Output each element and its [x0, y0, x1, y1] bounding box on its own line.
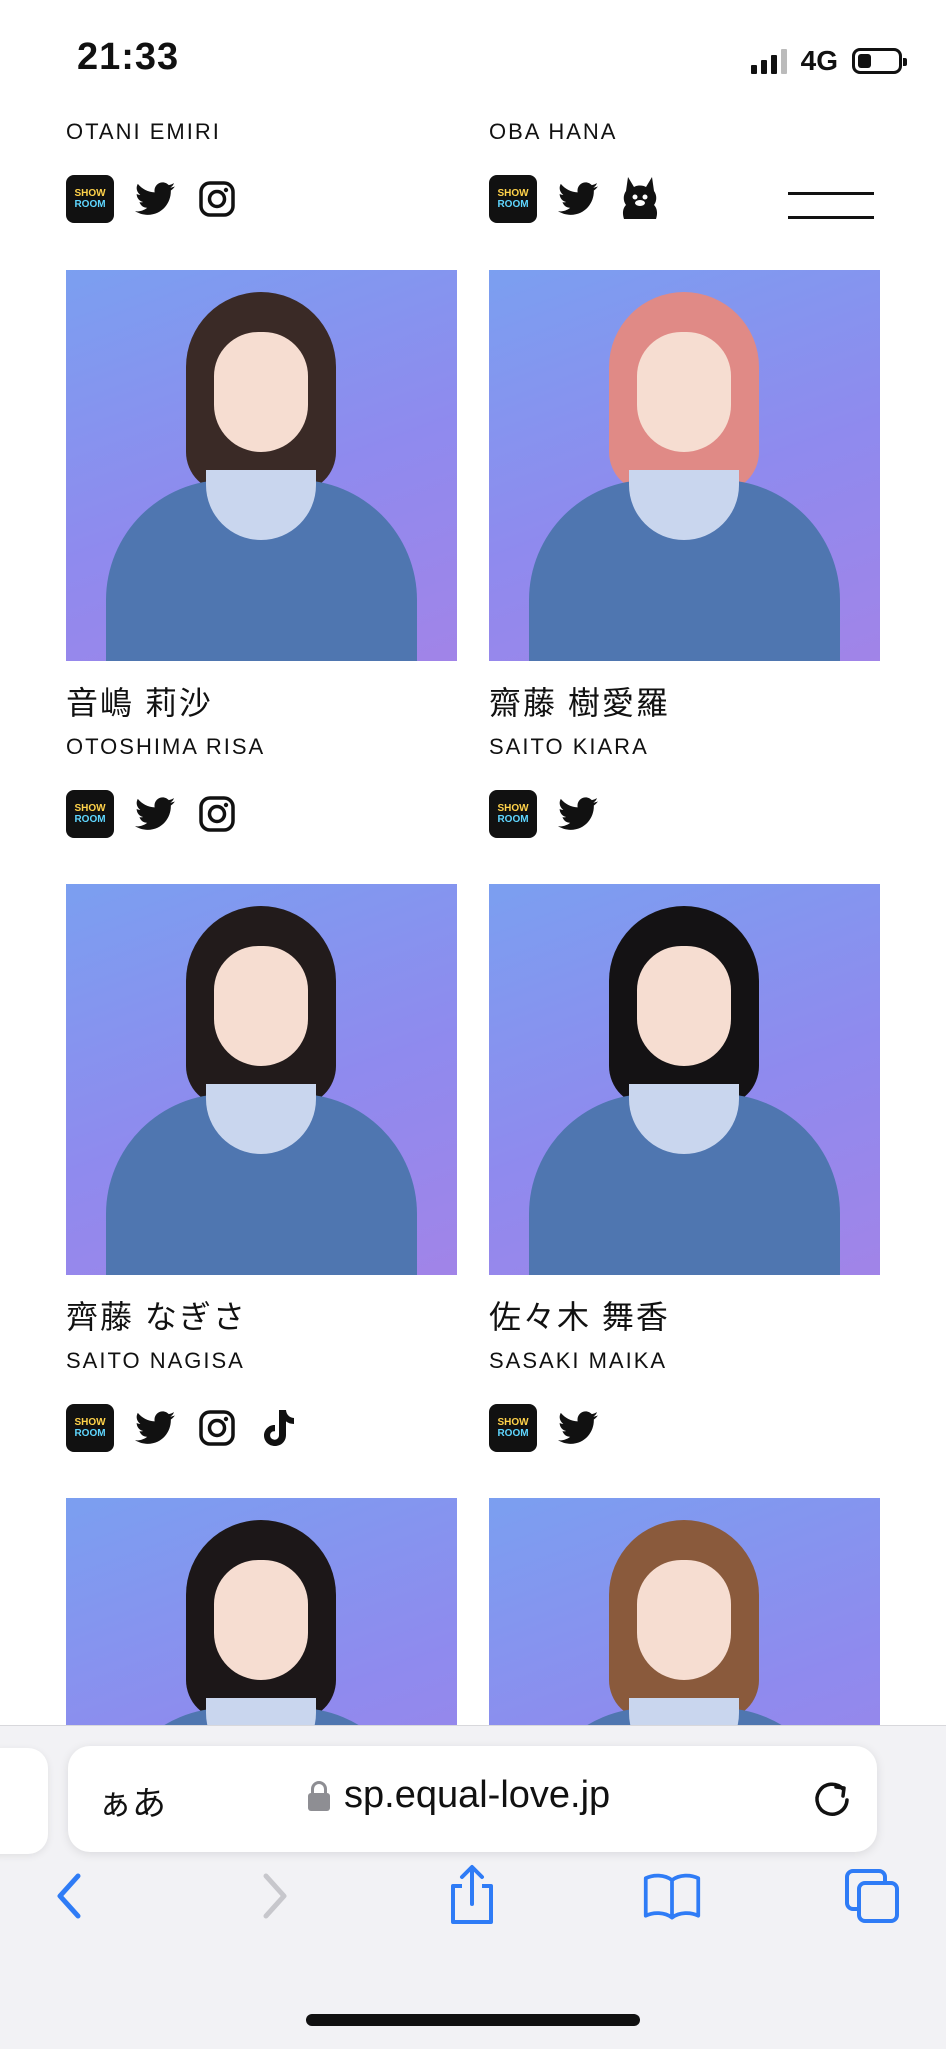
member-card[interactable] — [489, 1498, 880, 1725]
twitter-icon[interactable] — [557, 793, 599, 835]
member-name-en: OTANI EMIRI — [66, 119, 221, 144]
lock-icon — [308, 1780, 330, 1811]
url-text[interactable]: sp.equal-love.jp — [344, 1774, 610, 1817]
social-links: SHOW ROOM — [489, 1403, 880, 1453]
showroom-icon[interactable]: SHOW ROOM — [489, 790, 537, 838]
showroom-icon[interactable]: SHOW ROOM — [489, 1404, 537, 1452]
signal-icon — [750, 48, 787, 74]
member-card-sasaki[interactable]: 佐々木 舞香 SASAKI MAIKA SHOW ROOM — [489, 884, 880, 1453]
forward-icon — [263, 1873, 287, 1919]
social-links: SHOW ROOM — [66, 789, 457, 839]
social-links: SHOW ROOM — [66, 1403, 457, 1453]
member-name-jp[interactable]: 佐々木 舞香 — [489, 1297, 880, 1337]
home-indicator — [306, 2014, 640, 2026]
battery-icon — [852, 48, 907, 74]
showroom-icon[interactable]: SHOW ROOM — [66, 790, 114, 838]
social-links: SHOW ROOM — [489, 789, 880, 839]
showroom-icon[interactable]: SHOW ROOM — [66, 175, 114, 223]
member-photo[interactable] — [489, 270, 880, 661]
share-button[interactable] — [442, 1865, 502, 1926]
url-field[interactable]: sp.equal-love.jp — [308, 1774, 610, 1817]
member-list[interactable]: OTANI EMIRI SHOW ROOM OBA HANA SHOW ROOM 音… — [0, 110, 946, 1725]
member-card-otoshima[interactable]: 音嶋 莉沙 OTOSHIMA RISA SHOW ROOM — [66, 270, 457, 839]
member-photo[interactable] — [66, 1498, 457, 1725]
member-name-jp[interactable]: 齋藤 樹愛羅 — [489, 683, 880, 723]
menu-button[interactable] — [788, 192, 874, 226]
member-name-en[interactable]: OTOSHIMA RISA — [66, 733, 457, 761]
reader-settings-button[interactable]: ぁあ — [98, 1776, 166, 1825]
back-icon — [57, 1873, 81, 1919]
tiktok-icon[interactable] — [258, 1407, 300, 1449]
member-card-otani: OTANI EMIRI SHOW ROOM — [66, 118, 457, 224]
twitter-icon[interactable] — [557, 178, 599, 220]
member-photo[interactable] — [66, 884, 457, 1275]
member-name-jp[interactable]: 齊藤 なぎさ — [66, 1297, 457, 1337]
member-name-en[interactable]: SASAKI MAIKA — [489, 1347, 880, 1375]
twitter-icon[interactable] — [134, 1407, 176, 1449]
social-links: SHOW ROOM — [66, 174, 457, 224]
status-bar: 21:33 4G — [0, 0, 946, 110]
showroom-icon[interactable]: SHOW ROOM — [489, 175, 537, 223]
member-name-en[interactable]: SAITO KIARA — [489, 733, 880, 761]
member-photo[interactable] — [489, 884, 880, 1275]
bookmarks-icon — [643, 1873, 701, 1920]
member-card-saito-nagisa[interactable]: 齊藤 なぎさ SAITO NAGISA SHOW ROOM — [66, 884, 457, 1453]
menu-line — [788, 216, 874, 219]
status-time: 21:33 — [77, 36, 180, 78]
showroom-icon[interactable]: SHOW ROOM — [66, 1404, 114, 1452]
instagram-icon[interactable] — [196, 178, 238, 220]
bookmarks-button[interactable] — [642, 1866, 702, 1926]
member-name-en: OBA HANA — [489, 119, 618, 144]
status-indicators: 4G — [750, 44, 907, 78]
back-button[interactable] — [40, 1866, 100, 1926]
member-name-en[interactable]: SAITO NAGISA — [66, 1347, 457, 1375]
browser-nav — [0, 1856, 946, 1946]
twitter-icon[interactable] — [134, 178, 176, 220]
network-type: 4G — [800, 45, 838, 76]
character-icon[interactable] — [619, 177, 661, 220]
instagram-icon[interactable] — [196, 1407, 238, 1449]
twitter-icon[interactable] — [557, 1407, 599, 1449]
menu-line — [788, 192, 874, 195]
member-name-jp[interactable]: 音嶋 莉沙 — [66, 683, 457, 723]
member-card[interactable] — [66, 1498, 457, 1725]
browser-toolbar: ぁあ sp.equal-love.jp — [0, 1725, 946, 2049]
share-icon — [451, 1865, 493, 1924]
member-photo[interactable] — [489, 1498, 880, 1725]
tabs-icon — [845, 1869, 899, 1923]
previous-tab-preview[interactable] — [0, 1748, 48, 1854]
reload-icon[interactable] — [809, 1776, 855, 1822]
member-card-saito-kiara[interactable]: 齋藤 樹愛羅 SAITO KIARA SHOW ROOM — [489, 270, 880, 839]
address-bar[interactable]: ぁあ sp.equal-love.jp — [68, 1746, 877, 1852]
instagram-icon[interactable] — [196, 793, 238, 835]
forward-button[interactable] — [244, 1866, 304, 1926]
twitter-icon[interactable] — [134, 793, 176, 835]
battery-fill — [858, 54, 872, 68]
member-photo[interactable] — [66, 270, 457, 661]
tabs-button[interactable] — [842, 1866, 902, 1926]
